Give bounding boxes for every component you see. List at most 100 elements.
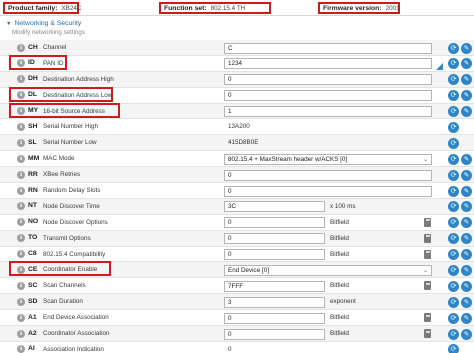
setting-name: Serial Number High [43,123,98,131]
networking-security-section-header[interactable]: ▼ Networking & Security Modify networkin… [0,17,474,39]
pencil-icon[interactable]: ✎ [461,233,472,245]
calculator-icon[interactable] [424,281,431,291]
setting-code: NO [28,218,39,226]
setting-code: CE [28,265,38,273]
chevron-down-icon[interactable]: ⌄ [423,267,428,276]
refresh-icon[interactable]: ⟳ [448,74,459,86]
setting-input[interactable]: C [224,42,432,54]
setting-input[interactable]: 3C [224,201,325,213]
setting-row-sh: i SH Serial Number High 13A200 ⟳ [0,119,474,136]
refresh-icon[interactable]: ⟳ [448,296,459,308]
setting-name: PAN ID [43,59,64,67]
unit-label: exponent [330,298,356,306]
setting-input[interactable]: 0 [224,312,325,324]
pencil-icon[interactable]: ✎ [461,90,472,102]
device-info-bar: Product family: XB24C Function set: 802.… [0,0,474,16]
calculator-icon[interactable] [424,329,431,339]
unit-label: Bitfield [330,250,349,258]
info-icon[interactable]: i [17,122,25,131]
refresh-icon[interactable]: ⟳ [448,90,459,102]
info-icon[interactable]: i [17,43,25,52]
info-icon[interactable]: i [17,170,25,179]
calculator-icon[interactable] [424,233,431,243]
setting-input[interactable]: 0 [224,185,432,197]
refresh-icon[interactable]: ⟳ [448,328,459,340]
pencil-icon[interactable]: ✎ [461,280,472,292]
info-icon[interactable]: i [17,345,25,353]
setting-input[interactable]: 0 [224,74,432,86]
pencil-icon[interactable]: ✎ [461,74,472,86]
refresh-icon[interactable]: ⟳ [448,280,459,292]
pencil-icon[interactable]: ✎ [461,201,472,213]
refresh-icon[interactable]: ⟳ [448,42,459,54]
info-icon[interactable]: i [17,107,25,116]
setting-code: SH [28,122,38,130]
refresh-icon[interactable]: ⟳ [448,121,459,133]
setting-input[interactable]: 3 [224,296,325,308]
setting-input[interactable]: 0 [224,249,325,261]
info-icon[interactable]: i [17,91,25,100]
info-icon[interactable]: i [17,265,25,274]
setting-input[interactable]: 0 [224,90,432,102]
calculator-icon[interactable] [424,313,431,323]
refresh-icon[interactable]: ⟳ [448,312,459,324]
setting-select[interactable]: End Device [0] ⌄ [224,264,432,276]
info-icon[interactable]: i [17,75,25,84]
unit-label: Bitfield [330,234,349,242]
pencil-icon[interactable]: ✎ [461,106,472,118]
refresh-icon[interactable]: ⟳ [448,217,459,229]
setting-input[interactable]: 0 [224,233,325,245]
pencil-icon[interactable]: ✎ [461,169,472,181]
setting-input[interactable]: 1234 [224,58,432,70]
pencil-icon[interactable]: ✎ [461,312,472,324]
calculator-icon[interactable] [424,217,431,227]
info-icon[interactable]: i [17,313,25,322]
collapse-arrow-icon[interactable]: ▼ [6,21,11,27]
pencil-icon[interactable]: ✎ [461,249,472,261]
unit-label: Bitfield [330,282,349,290]
chevron-down-icon[interactable]: ⌄ [423,156,428,165]
info-icon[interactable]: i [17,297,25,306]
setting-input[interactable]: 0 [224,328,325,340]
info-icon[interactable]: i [17,218,25,227]
refresh-icon[interactable]: ⟳ [448,344,459,353]
refresh-icon[interactable]: ⟳ [448,169,459,181]
setting-row-c8: i C8 802.15.4 Compatibility 0 Bitfield ⟳ ✎ [0,246,474,263]
pencil-icon[interactable]: ✎ [461,264,472,276]
info-icon[interactable]: i [17,202,25,211]
setting-input[interactable]: 1 [224,106,432,118]
pencil-icon[interactable]: ✎ [461,217,472,229]
refresh-icon[interactable]: ⟳ [448,185,459,197]
info-icon[interactable]: i [17,186,25,195]
firmware-version-field: Firmware version: 2001 [318,2,400,14]
setting-select[interactable]: 802.15.4 + MaxStream header w/ACKS [0] ⌄ [224,153,432,165]
calculator-icon[interactable] [424,249,431,259]
info-icon[interactable]: i [17,281,25,290]
pencil-icon[interactable]: ✎ [461,58,472,70]
info-icon[interactable]: i [17,329,25,338]
section-title[interactable]: ▼ Networking & Security [6,20,81,27]
pencil-icon[interactable]: ✎ [461,328,472,340]
refresh-icon[interactable]: ⟳ [448,137,459,149]
pencil-icon[interactable]: ✎ [461,42,472,54]
info-icon[interactable]: i [17,138,25,147]
info-icon[interactable]: i [17,154,25,163]
setting-input[interactable]: 7FFF [224,280,325,292]
refresh-icon[interactable]: ⟳ [448,153,459,165]
info-icon[interactable]: i [17,250,25,259]
refresh-icon[interactable]: ⟳ [448,249,459,261]
refresh-icon[interactable]: ⟳ [448,264,459,276]
setting-name: Transmit Options [43,234,91,242]
pencil-icon[interactable]: ✎ [461,153,472,165]
info-icon[interactable]: i [17,59,25,68]
refresh-icon[interactable]: ⟳ [448,201,459,213]
refresh-icon[interactable]: ⟳ [448,233,459,245]
info-icon[interactable]: i [17,234,25,243]
setting-input[interactable]: 0 [224,169,432,181]
selected-option: End Device [0] [228,266,269,274]
pencil-icon[interactable]: ✎ [461,185,472,197]
pencil-icon[interactable]: ✎ [461,296,472,308]
refresh-icon[interactable]: ⟳ [448,58,459,70]
setting-input[interactable]: 0 [224,217,325,229]
refresh-icon[interactable]: ⟳ [448,106,459,118]
